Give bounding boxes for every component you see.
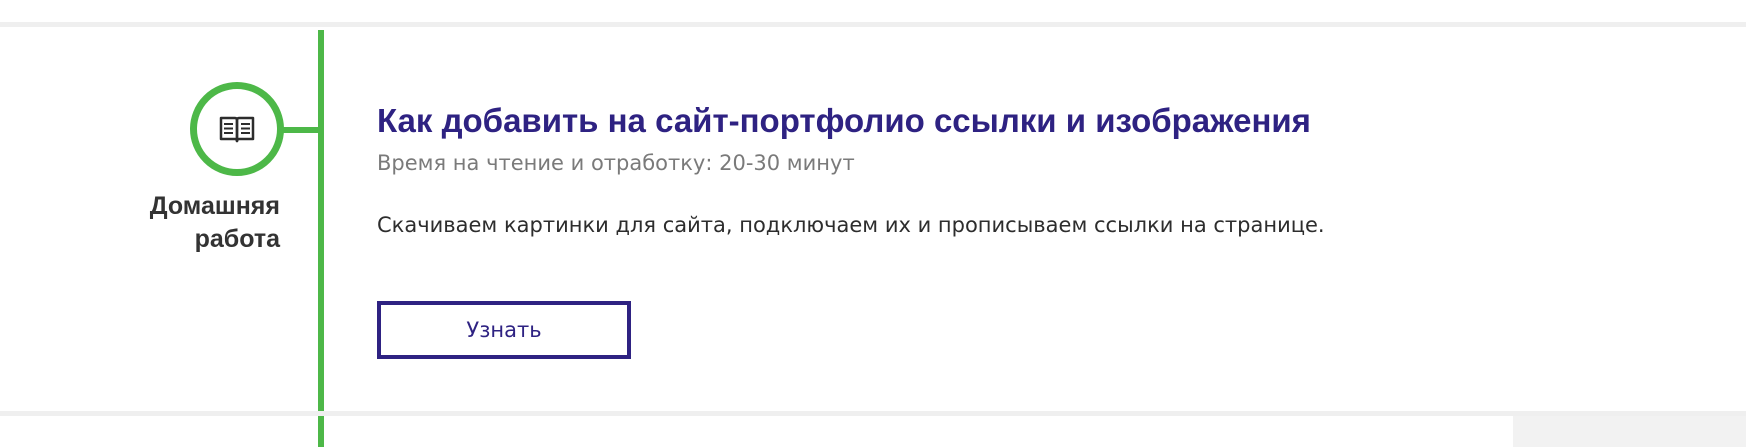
reading-time: Время на чтение и отработку: 20-30 минут (377, 151, 855, 175)
bottom-divider (0, 411, 1746, 416)
timeline-marker (190, 82, 284, 176)
lesson-description: Скачиваем картинки для сайта, подключаем… (377, 213, 1325, 237)
learn-button[interactable]: Узнать (377, 301, 631, 359)
top-divider (0, 22, 1746, 27)
timeline-line (318, 30, 324, 447)
bottom-gray-block (1513, 416, 1746, 447)
lesson-content: Как добавить на сайт-портфолио ссылки и … (377, 96, 1577, 240)
lesson-page: Домашняя работа Как добавить на сайт-пор… (0, 0, 1746, 447)
lesson-title[interactable]: Как добавить на сайт-портфолио ссылки и … (377, 96, 1577, 146)
lesson-type-label: Домашняя работа (149, 192, 280, 253)
open-book-icon (219, 116, 255, 143)
